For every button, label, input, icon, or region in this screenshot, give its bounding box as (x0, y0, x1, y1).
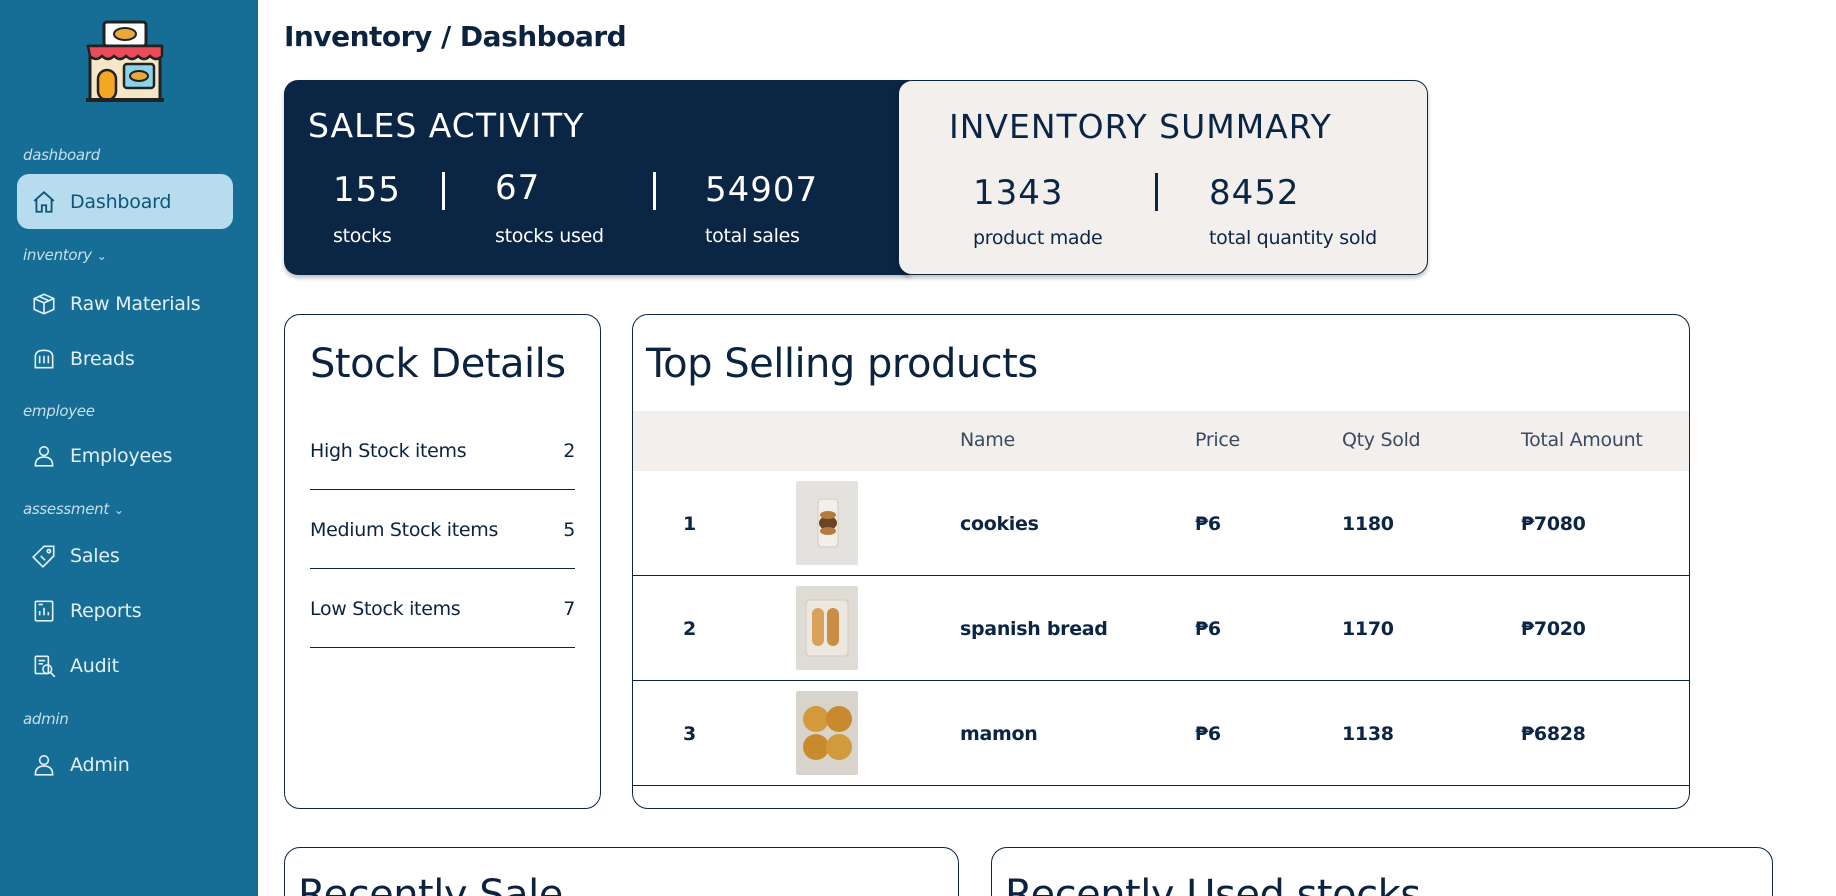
stock-row-low[interactable]: Low Stock items 7 (310, 570, 575, 648)
stock-row-count: 2 (563, 439, 575, 462)
section-label-assessment[interactable]: assessment ⌄ (23, 500, 124, 518)
rank-cell: 3 (683, 723, 696, 745)
mamon-photo (796, 691, 858, 775)
total-sales-value: 54907 (705, 170, 819, 210)
price-cell: ₱6 (1195, 513, 1221, 535)
total-amount-cell: ₱7080 (1521, 513, 1586, 535)
chevron-down-icon: ⌄ (113, 503, 124, 517)
sidebar-item-dashboard[interactable]: Dashboard (17, 174, 233, 229)
section-label-admin: admin (23, 710, 69, 728)
total-amount-cell: ₱7020 (1521, 618, 1586, 640)
sales-activity-title: SALES ACTIVITY (308, 106, 585, 145)
recently-used-stocks-card: Recently Used stocks (991, 847, 1773, 896)
breadcrumb: Inventory / Dashboard (284, 20, 627, 53)
stocks-label: stocks (333, 225, 392, 247)
stock-row-label: Low Stock items (310, 597, 461, 620)
section-label-employee: employee (23, 402, 95, 420)
recently-sale-title: Recently Sale (298, 872, 563, 896)
sidebar-item-raw-materials[interactable]: Raw Materials (17, 276, 233, 331)
stock-row-high[interactable]: High Stock items 2 (310, 412, 575, 490)
product-name-cell: cookies (960, 513, 1039, 535)
sidebar-item-sales[interactable]: Sales (17, 528, 233, 583)
stock-row-count: 7 (563, 597, 575, 620)
sidebar-item-label: Raw Materials (70, 292, 201, 315)
sidebar-item-label: Employees (70, 444, 173, 467)
rank-cell: 2 (683, 618, 696, 640)
stock-details-title: Stock Details (310, 341, 566, 387)
sidebar-item-label: Sales (70, 544, 120, 567)
column-header-price: Price (1195, 429, 1240, 451)
stock-row-medium[interactable]: Medium Stock items 5 (310, 491, 575, 569)
bread-icon (30, 345, 58, 373)
stock-row-count: 5 (563, 518, 575, 541)
stock-row-label: High Stock items (310, 439, 467, 462)
price-cell: ₱6 (1195, 723, 1221, 745)
chevron-down-icon: ⌄ (96, 249, 107, 263)
total-amount-cell: ₱6828 (1521, 723, 1586, 745)
qty-sold-cell: 1170 (1342, 618, 1394, 640)
top-selling-card: Top Selling products Name Price Qty Sold… (632, 314, 1690, 809)
table-row[interactable]: 1 cookies ₱6 1180 ₱7080 (633, 471, 1689, 576)
recently-sale-card: Recently Sale (284, 847, 959, 896)
divider (1155, 173, 1158, 211)
sales-activity-card: SALES ACTIVITY 155 stocks 67 stocks used… (284, 80, 910, 275)
price-cell: ₱6 (1195, 618, 1221, 640)
top-selling-title: Top Selling products (646, 341, 1038, 387)
recently-used-stocks-title: Recently Used stocks (1005, 872, 1421, 896)
sidebar-item-label: Audit (70, 654, 119, 677)
divider (653, 172, 656, 210)
inventory-summary-title: INVENTORY SUMMARY (949, 107, 1332, 146)
total-quantity-sold-label: total quantity sold (1209, 227, 1377, 249)
column-header-qty-sold: Qty Sold (1342, 429, 1421, 451)
sidebar-item-breads[interactable]: Breads (17, 331, 233, 386)
audit-magnifier-icon (30, 652, 58, 680)
column-header-name: Name (960, 429, 1015, 451)
report-icon (30, 597, 58, 625)
box-icon (30, 290, 58, 318)
table-header: Name Price Qty Sold Total Amount (633, 411, 1689, 471)
table-row[interactable]: 3 mamon ₱6 1138 ₱6828 (633, 681, 1689, 786)
sidebar-item-audit[interactable]: Audit (17, 638, 233, 693)
product-made-label: product made (973, 227, 1103, 249)
total-quantity-sold-value: 8452 (1209, 173, 1300, 213)
cookies-photo (796, 481, 858, 565)
product-made-value: 1343 (973, 173, 1064, 213)
section-label-dashboard: dashboard (23, 146, 100, 164)
rank-cell: 1 (683, 513, 696, 535)
sidebar-item-label: Dashboard (70, 190, 172, 213)
sidebar-item-reports[interactable]: Reports (17, 583, 233, 638)
price-tag-icon (30, 542, 58, 570)
sidebar-item-employees[interactable]: Employees (17, 428, 233, 483)
stocks-used-label: stocks used (495, 225, 604, 247)
qty-sold-cell: 1138 (1342, 723, 1394, 745)
user-icon (30, 442, 58, 470)
spanish-bread-photo (796, 586, 858, 670)
sidebar-item-admin[interactable]: Admin (17, 737, 233, 792)
product-name-cell: spanish bread (960, 618, 1108, 640)
stock-details-card: Stock Details High Stock items 2 Medium … (284, 314, 601, 809)
inventory-summary-card: INVENTORY SUMMARY 1343 product made 8452… (898, 80, 1428, 275)
divider (442, 172, 445, 210)
stock-row-label: Medium Stock items (310, 518, 499, 541)
product-name-cell: mamon (960, 723, 1038, 745)
sidebar: dashboard Dashboard inventory ⌄ Raw Mater… (0, 0, 258, 896)
section-label-inventory[interactable]: inventory ⌄ (23, 246, 107, 264)
home-icon (30, 188, 58, 216)
table-row[interactable]: 2 spanish bread ₱6 1170 ₱7020 (633, 576, 1689, 681)
bakery-shop-logo (84, 18, 166, 104)
user-icon (30, 751, 58, 779)
column-header-total-amount: Total Amount (1521, 429, 1643, 451)
qty-sold-cell: 1180 (1342, 513, 1394, 535)
sidebar-item-label: Breads (70, 347, 135, 370)
sidebar-item-label: Reports (70, 599, 142, 622)
sidebar-item-label: Admin (70, 753, 130, 776)
stocks-value: 155 (333, 170, 401, 210)
stocks-used-value: 67 (495, 168, 541, 208)
total-sales-label: total sales (705, 225, 800, 247)
